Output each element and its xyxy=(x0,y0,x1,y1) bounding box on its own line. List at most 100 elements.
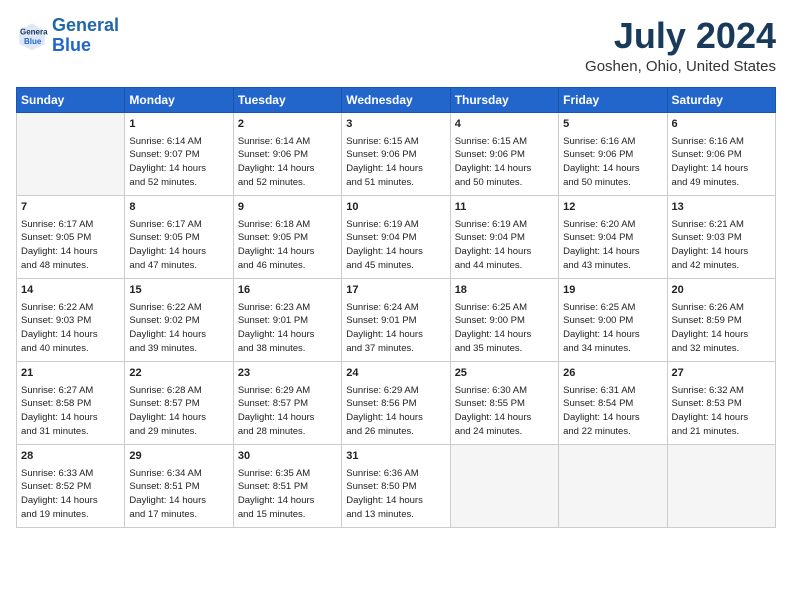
day-of-week-header: Saturday xyxy=(667,87,775,112)
day-number: 3 xyxy=(346,117,445,133)
day-number: 1 xyxy=(129,117,228,133)
day-number: 10 xyxy=(346,200,445,216)
day-number: 21 xyxy=(21,366,120,382)
calendar-table: SundayMondayTuesdayWednesdayThursdayFrid… xyxy=(16,87,776,528)
cell-content: 26Sunrise: 6:31 AMSunset: 8:54 PMDayligh… xyxy=(563,366,662,439)
calendar-cell: 24Sunrise: 6:29 AMSunset: 8:56 PMDayligh… xyxy=(342,361,450,444)
calendar-cell: 14Sunrise: 6:22 AMSunset: 9:03 PMDayligh… xyxy=(17,278,125,361)
calendar-cell: 4Sunrise: 6:15 AMSunset: 9:06 PMDaylight… xyxy=(450,112,558,195)
day-number: 19 xyxy=(563,283,662,299)
cell-content: 8Sunrise: 6:17 AMSunset: 9:05 PMDaylight… xyxy=(129,200,228,273)
cell-content: 29Sunrise: 6:34 AMSunset: 8:51 PMDayligh… xyxy=(129,449,228,522)
cell-content: 22Sunrise: 6:28 AMSunset: 8:57 PMDayligh… xyxy=(129,366,228,439)
cell-content: 10Sunrise: 6:19 AMSunset: 9:04 PMDayligh… xyxy=(346,200,445,273)
day-number: 4 xyxy=(455,117,554,133)
svg-text:General: General xyxy=(20,27,48,36)
day-of-week-header: Wednesday xyxy=(342,87,450,112)
cell-content: 27Sunrise: 6:32 AMSunset: 8:53 PMDayligh… xyxy=(672,366,771,439)
calendar-cell: 18Sunrise: 6:25 AMSunset: 9:00 PMDayligh… xyxy=(450,278,558,361)
day-of-week-header: Thursday xyxy=(450,87,558,112)
calendar-cell: 1Sunrise: 6:14 AMSunset: 9:07 PMDaylight… xyxy=(125,112,233,195)
day-of-week-header: Friday xyxy=(559,87,667,112)
cell-content: 5Sunrise: 6:16 AMSunset: 9:06 PMDaylight… xyxy=(563,117,662,190)
day-number: 8 xyxy=(129,200,228,216)
calendar-cell: 31Sunrise: 6:36 AMSunset: 8:50 PMDayligh… xyxy=(342,444,450,527)
logo: General Blue General Blue xyxy=(16,16,119,56)
day-number: 7 xyxy=(21,200,120,216)
calendar-cell: 23Sunrise: 6:29 AMSunset: 8:57 PMDayligh… xyxy=(233,361,341,444)
calendar-cell xyxy=(559,444,667,527)
calendar-cell: 22Sunrise: 6:28 AMSunset: 8:57 PMDayligh… xyxy=(125,361,233,444)
cell-content: 7Sunrise: 6:17 AMSunset: 9:05 PMDaylight… xyxy=(21,200,120,273)
day-number: 18 xyxy=(455,283,554,299)
logo-icon: General Blue xyxy=(16,20,48,52)
cell-content: 18Sunrise: 6:25 AMSunset: 9:00 PMDayligh… xyxy=(455,283,554,356)
cell-content: 21Sunrise: 6:27 AMSunset: 8:58 PMDayligh… xyxy=(21,366,120,439)
cell-content: 19Sunrise: 6:25 AMSunset: 9:00 PMDayligh… xyxy=(563,283,662,356)
day-number: 29 xyxy=(129,449,228,465)
calendar-cell: 30Sunrise: 6:35 AMSunset: 8:51 PMDayligh… xyxy=(233,444,341,527)
day-number: 28 xyxy=(21,449,120,465)
day-of-week-header: Monday xyxy=(125,87,233,112)
cell-content: 14Sunrise: 6:22 AMSunset: 9:03 PMDayligh… xyxy=(21,283,120,356)
calendar-cell: 12Sunrise: 6:20 AMSunset: 9:04 PMDayligh… xyxy=(559,195,667,278)
day-number: 6 xyxy=(672,117,771,133)
svg-text:Blue: Blue xyxy=(24,37,42,46)
cell-content: 15Sunrise: 6:22 AMSunset: 9:02 PMDayligh… xyxy=(129,283,228,356)
calendar-cell: 9Sunrise: 6:18 AMSunset: 9:05 PMDaylight… xyxy=(233,195,341,278)
cell-content: 23Sunrise: 6:29 AMSunset: 8:57 PMDayligh… xyxy=(238,366,337,439)
day-number: 9 xyxy=(238,200,337,216)
day-of-week-header: Tuesday xyxy=(233,87,341,112)
cell-content: 4Sunrise: 6:15 AMSunset: 9:06 PMDaylight… xyxy=(455,117,554,190)
day-number: 2 xyxy=(238,117,337,133)
calendar-cell: 5Sunrise: 6:16 AMSunset: 9:06 PMDaylight… xyxy=(559,112,667,195)
cell-content: 20Sunrise: 6:26 AMSunset: 8:59 PMDayligh… xyxy=(672,283,771,356)
day-number: 26 xyxy=(563,366,662,382)
cell-content: 31Sunrise: 6:36 AMSunset: 8:50 PMDayligh… xyxy=(346,449,445,522)
calendar-cell: 20Sunrise: 6:26 AMSunset: 8:59 PMDayligh… xyxy=(667,278,775,361)
calendar-cell: 6Sunrise: 6:16 AMSunset: 9:06 PMDaylight… xyxy=(667,112,775,195)
cell-content: 12Sunrise: 6:20 AMSunset: 9:04 PMDayligh… xyxy=(563,200,662,273)
location: Goshen, Ohio, United States xyxy=(585,58,776,75)
day-number: 25 xyxy=(455,366,554,382)
calendar-cell xyxy=(17,112,125,195)
day-number: 13 xyxy=(672,200,771,216)
day-number: 5 xyxy=(563,117,662,133)
day-number: 14 xyxy=(21,283,120,299)
day-number: 30 xyxy=(238,449,337,465)
calendar-cell xyxy=(667,444,775,527)
day-number: 27 xyxy=(672,366,771,382)
cell-content: 28Sunrise: 6:33 AMSunset: 8:52 PMDayligh… xyxy=(21,449,120,522)
calendar-cell: 21Sunrise: 6:27 AMSunset: 8:58 PMDayligh… xyxy=(17,361,125,444)
cell-content: 25Sunrise: 6:30 AMSunset: 8:55 PMDayligh… xyxy=(455,366,554,439)
calendar-cell: 16Sunrise: 6:23 AMSunset: 9:01 PMDayligh… xyxy=(233,278,341,361)
day-of-week-header: Sunday xyxy=(17,87,125,112)
calendar-cell: 7Sunrise: 6:17 AMSunset: 9:05 PMDaylight… xyxy=(17,195,125,278)
calendar-cell: 28Sunrise: 6:33 AMSunset: 8:52 PMDayligh… xyxy=(17,444,125,527)
day-number: 16 xyxy=(238,283,337,299)
day-number: 23 xyxy=(238,366,337,382)
day-number: 31 xyxy=(346,449,445,465)
day-number: 15 xyxy=(129,283,228,299)
cell-content: 30Sunrise: 6:35 AMSunset: 8:51 PMDayligh… xyxy=(238,449,337,522)
day-number: 11 xyxy=(455,200,554,216)
cell-content: 3Sunrise: 6:15 AMSunset: 9:06 PMDaylight… xyxy=(346,117,445,190)
calendar-cell: 8Sunrise: 6:17 AMSunset: 9:05 PMDaylight… xyxy=(125,195,233,278)
calendar-cell: 27Sunrise: 6:32 AMSunset: 8:53 PMDayligh… xyxy=(667,361,775,444)
cell-content: 2Sunrise: 6:14 AMSunset: 9:06 PMDaylight… xyxy=(238,117,337,190)
calendar-cell: 3Sunrise: 6:15 AMSunset: 9:06 PMDaylight… xyxy=(342,112,450,195)
cell-content: 17Sunrise: 6:24 AMSunset: 9:01 PMDayligh… xyxy=(346,283,445,356)
day-number: 22 xyxy=(129,366,228,382)
calendar-cell: 25Sunrise: 6:30 AMSunset: 8:55 PMDayligh… xyxy=(450,361,558,444)
cell-content: 1Sunrise: 6:14 AMSunset: 9:07 PMDaylight… xyxy=(129,117,228,190)
cell-content: 6Sunrise: 6:16 AMSunset: 9:06 PMDaylight… xyxy=(672,117,771,190)
month-year: July 2024 xyxy=(585,16,776,56)
calendar-cell: 19Sunrise: 6:25 AMSunset: 9:00 PMDayligh… xyxy=(559,278,667,361)
calendar-cell xyxy=(450,444,558,527)
calendar-cell: 10Sunrise: 6:19 AMSunset: 9:04 PMDayligh… xyxy=(342,195,450,278)
cell-content: 13Sunrise: 6:21 AMSunset: 9:03 PMDayligh… xyxy=(672,200,771,273)
calendar-cell: 26Sunrise: 6:31 AMSunset: 8:54 PMDayligh… xyxy=(559,361,667,444)
calendar-cell: 2Sunrise: 6:14 AMSunset: 9:06 PMDaylight… xyxy=(233,112,341,195)
day-number: 24 xyxy=(346,366,445,382)
calendar-cell: 15Sunrise: 6:22 AMSunset: 9:02 PMDayligh… xyxy=(125,278,233,361)
